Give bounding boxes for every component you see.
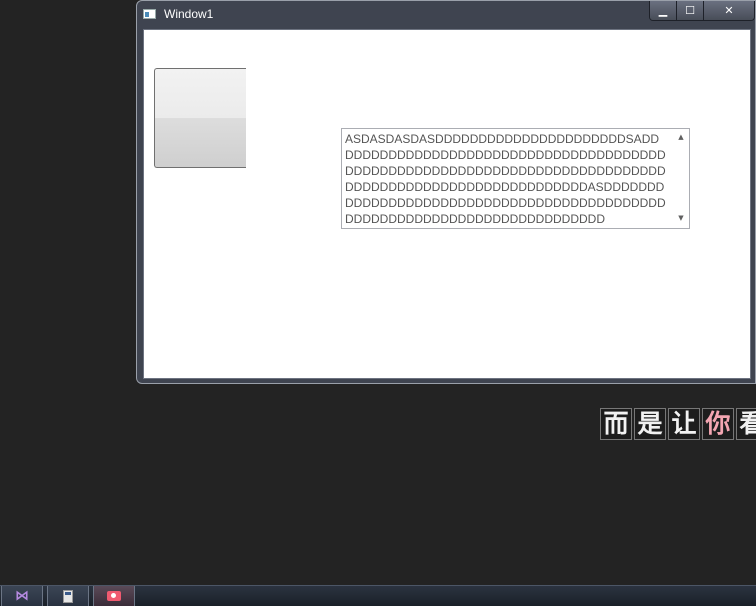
subtitle-char: 让 <box>668 408 700 440</box>
subtitle-char: 是 <box>634 408 666 440</box>
minimize-button[interactable]: ▁ <box>650 1 677 20</box>
window-client-area: ASDASDASDASDDDDDDDDDDDDDDDDDDDDDDSADDDDD… <box>143 29 751 379</box>
scroll-down-arrow-icon[interactable]: ▼ <box>677 214 685 222</box>
taskbar-visual-studio-button[interactable]: ⋈ <box>1 586 43 606</box>
vs-icon: ⋈ <box>15 588 29 604</box>
calculator-icon <box>63 589 73 603</box>
title-bar[interactable]: Window1 ▁ ☐ ✕ <box>137 1 755 28</box>
caption-buttons: ▁ ☐ ✕ <box>649 1 755 21</box>
background-subtitle-line: 而 是 让 你 看 <box>600 408 756 442</box>
textbox-content[interactable]: ASDASDASDASDDDDDDDDDDDDDDDDDDDDDDSADDDDD… <box>345 131 667 227</box>
subtitle-char: 你 <box>702 408 734 440</box>
taskbar-calculator-button[interactable] <box>47 586 89 606</box>
minimize-icon: ▁ <box>658 4 668 17</box>
window-title: Window1 <box>164 7 214 21</box>
camera-icon <box>107 591 121 601</box>
subtitle-char: 而 <box>600 408 632 440</box>
subtitle-char: 看 <box>736 408 756 440</box>
close-icon: ✕ <box>724 4 734 17</box>
window-app-icon[interactable] <box>143 9 156 19</box>
taskbar: ⋈ <box>0 585 756 606</box>
main-window[interactable]: Window1 ▁ ☐ ✕ ASDASDASDASDDDDDDDDDDDDDDD… <box>136 0 756 384</box>
close-button[interactable]: ✕ <box>704 1 754 20</box>
taskbar-recorder-button[interactable] <box>93 586 135 606</box>
blank-button[interactable] <box>154 68 246 168</box>
maximize-button[interactable]: ☐ <box>677 1 704 20</box>
maximize-icon: ☐ <box>685 4 695 17</box>
multiline-textbox[interactable]: ASDASDASDASDDDDDDDDDDDDDDDDDDDDDDSADDDDD… <box>341 128 690 229</box>
scroll-up-arrow-icon[interactable]: ▲ <box>677 133 685 141</box>
